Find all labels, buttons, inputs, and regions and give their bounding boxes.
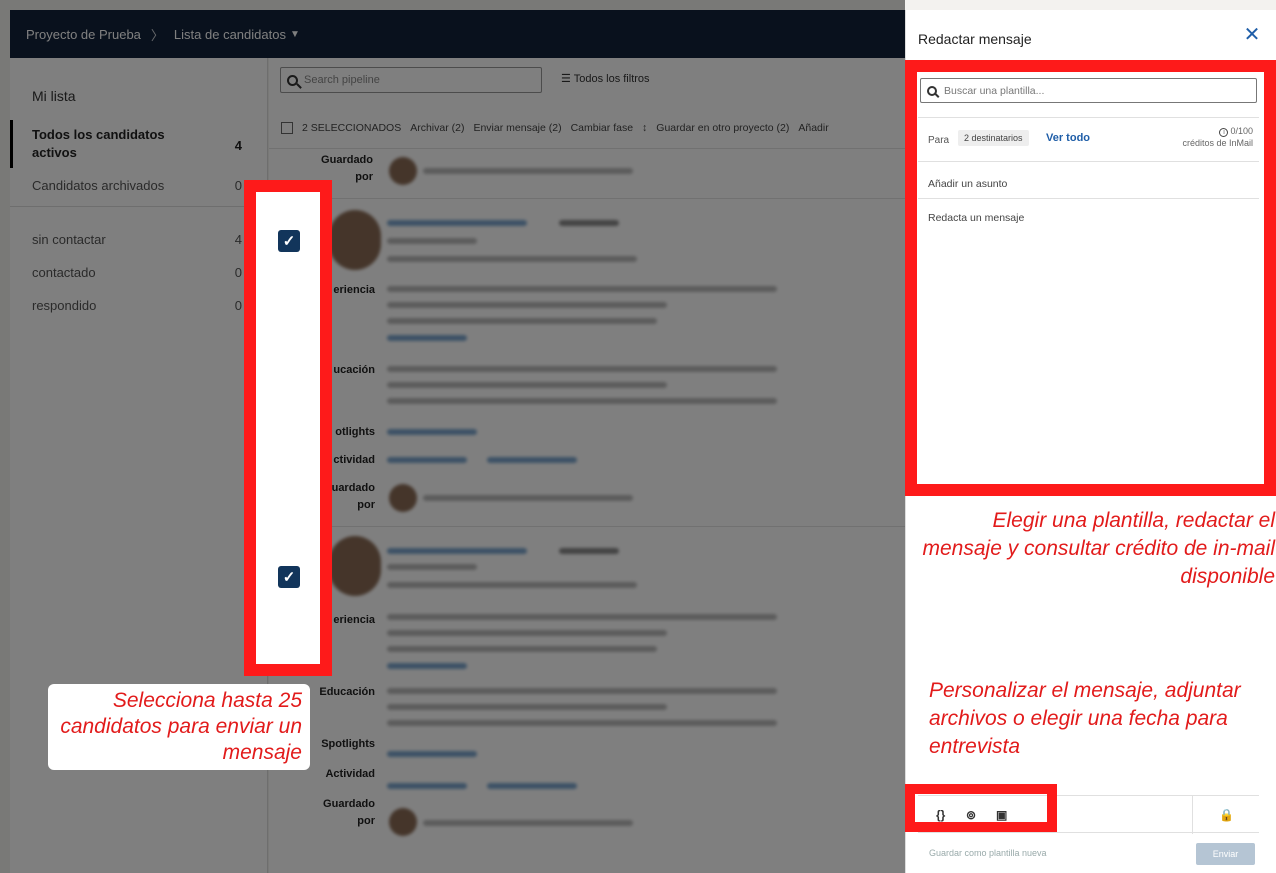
info-icon: i bbox=[1219, 128, 1229, 137]
candidate-checkbox-1[interactable]: ✓ bbox=[278, 230, 300, 252]
subject-input[interactable]: Añadir un asunto bbox=[928, 178, 1007, 190]
annotation-frame-toolbar bbox=[905, 784, 1057, 832]
message-editor: Para 2 destinatarios Ver todo i 0/100 cré… bbox=[918, 117, 1259, 487]
annotation-caption-compose: Elegir una plantilla, redactar el mensaj… bbox=[922, 509, 1276, 588]
message-body-input[interactable]: Redacta un mensaje bbox=[928, 212, 1024, 224]
check-icon: ✓ bbox=[282, 569, 296, 586]
inmail-credits: i 0/100 créditos de InMail bbox=[1182, 125, 1253, 149]
candidate-checkbox-2[interactable]: ✓ bbox=[278, 566, 300, 588]
annotation-frame-checkboxes: ✓ ✓ bbox=[244, 180, 332, 676]
recipients-pill[interactable]: 2 destinatarios bbox=[958, 130, 1029, 146]
compose-message-panel: Redactar mensaje ✕ Buscar una plantilla.… bbox=[905, 10, 1276, 873]
search-icon bbox=[927, 85, 937, 96]
send-button[interactable]: Enviar bbox=[1196, 843, 1255, 865]
close-icon[interactable]: ✕ bbox=[1241, 24, 1263, 46]
credits-count: 0/100 bbox=[1230, 126, 1253, 136]
see-all-link[interactable]: Ver todo bbox=[1046, 132, 1090, 144]
divider bbox=[918, 198, 1259, 199]
recipients-row: Para 2 destinatarios Ver todo i 0/100 cré… bbox=[918, 118, 1259, 162]
annotation-caption-left: Selecciona hasta 25 candidatos para envi… bbox=[48, 684, 310, 770]
credits-label: créditos de InMail bbox=[1182, 138, 1253, 148]
template-search-placeholder: Buscar una plantilla... bbox=[944, 84, 1045, 97]
to-label: Para bbox=[928, 135, 950, 146]
toolbar-divider bbox=[1192, 796, 1193, 834]
save-as-template-link[interactable]: Guardar como plantilla nueva bbox=[929, 848, 1047, 858]
lock-icon[interactable]: 🔒 bbox=[1219, 808, 1234, 822]
check-icon: ✓ bbox=[282, 233, 296, 250]
annotation-caption-tools: Personalizar el mensaje, adjuntar archiv… bbox=[929, 679, 1241, 758]
template-search-input[interactable]: Buscar una plantilla... bbox=[920, 78, 1257, 103]
panel-title: Redactar mensaje bbox=[918, 31, 1032, 47]
